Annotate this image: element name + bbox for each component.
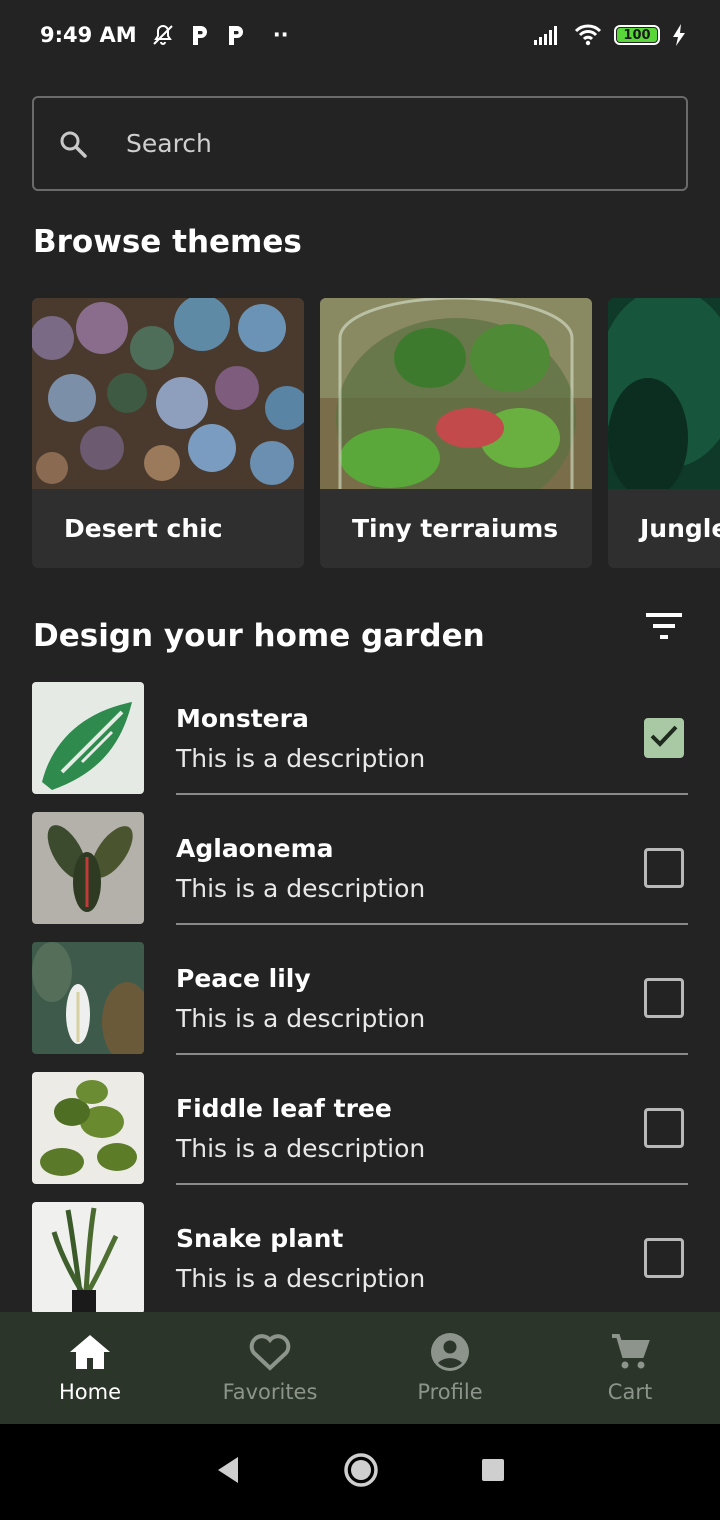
plant-list[interactable]: Monstera This is a description Aglaonema… [0,682,720,1312]
signal-icon [534,25,562,45]
themes-carousel[interactable]: Desert chic Tiny terraiums Jungle [32,298,720,570]
divider [176,1053,688,1055]
nav-home[interactable]: Home [0,1312,180,1424]
succulents-image [32,298,304,489]
parking-icon [225,23,247,47]
theme-card-desert-chic[interactable]: Desert chic [32,298,304,568]
battery-icon: 100 [614,25,660,45]
plant-description: This is a description [176,744,426,773]
bell-off-icon [151,23,175,47]
list-item[interactable]: Fiddle leaf tree This is a description [0,1072,720,1202]
heart-icon [248,1332,292,1376]
plant-checkbox[interactable] [644,848,684,888]
nav-label: Home [58,1380,121,1404]
monstera-thumbnail [32,682,144,794]
search-input[interactable] [124,128,644,159]
divider [176,1183,688,1185]
parking-icon [189,23,211,47]
plant-checkbox[interactable] [644,978,684,1018]
theme-label: Desert chic [64,514,223,543]
theme-label: Tiny terraiums [352,514,559,543]
fiddle-leaf-thumbnail [32,1072,144,1184]
nav-cart[interactable]: Cart [540,1312,720,1424]
plant-description: This is a description [176,1264,426,1293]
aglaonema-thumbnail [32,812,144,924]
plant-name: Snake plant [176,1224,344,1253]
battery-level: 100 [617,28,657,43]
search-icon [58,129,88,159]
bottom-navigation: Home Favorites Profile Cart [0,1312,720,1424]
list-item[interactable]: Monstera This is a description [0,682,720,812]
list-item[interactable]: Peace lily This is a description [0,942,720,1072]
divider [176,793,688,795]
plant-description: This is a description [176,1004,426,1033]
home-icon [68,1332,112,1376]
plant-checkbox[interactable] [644,1108,684,1148]
theme-label: Jungle [640,514,720,543]
nav-label: Favorites [222,1380,318,1404]
plant-checkbox[interactable] [644,718,684,758]
nav-profile[interactable]: Profile [360,1312,540,1424]
terrarium-image [320,298,592,489]
nav-label: Cart [607,1380,653,1404]
snake-plant-thumbnail [32,1202,144,1312]
status-bar: 9:49 AM ·· 100 [0,0,720,70]
system-navigation-bar [0,1424,720,1520]
checkmark-icon [649,723,679,753]
list-item[interactable]: Snake plant This is a description [0,1202,720,1312]
divider [176,923,688,925]
peace-lily-thumbnail [32,942,144,1054]
status-dots: ·· [272,23,289,47]
nav-favorites[interactable]: Favorites [180,1312,360,1424]
filter-button[interactable] [640,608,688,648]
filter-icon [644,611,684,645]
charging-icon [672,24,686,46]
plant-checkbox[interactable] [644,1238,684,1278]
theme-card-jungle[interactable]: Jungle [608,298,720,568]
status-time: 9:49 AM [40,23,137,47]
home-circle-icon[interactable] [342,1451,380,1493]
list-item[interactable]: Aglaonema This is a description [0,812,720,942]
plant-description: This is a description [176,1134,426,1163]
plant-description: This is a description [176,874,426,903]
nav-label: Profile [417,1380,483,1404]
browse-themes-title: Browse themes [33,224,302,260]
garden-title: Design your home garden [33,618,485,654]
cart-icon [608,1332,652,1376]
jungle-image [608,298,720,489]
plant-name: Aglaonema [176,834,334,863]
recents-icon[interactable] [480,1457,506,1487]
plant-name: Peace lily [176,964,311,993]
wifi-icon [574,24,602,46]
back-icon[interactable] [214,1455,242,1489]
search-bar[interactable] [32,96,688,191]
plant-name: Fiddle leaf tree [176,1094,392,1123]
theme-card-tiny-terrariums[interactable]: Tiny terraiums [320,298,592,568]
plant-name: Monstera [176,704,309,733]
account-icon [428,1332,472,1376]
